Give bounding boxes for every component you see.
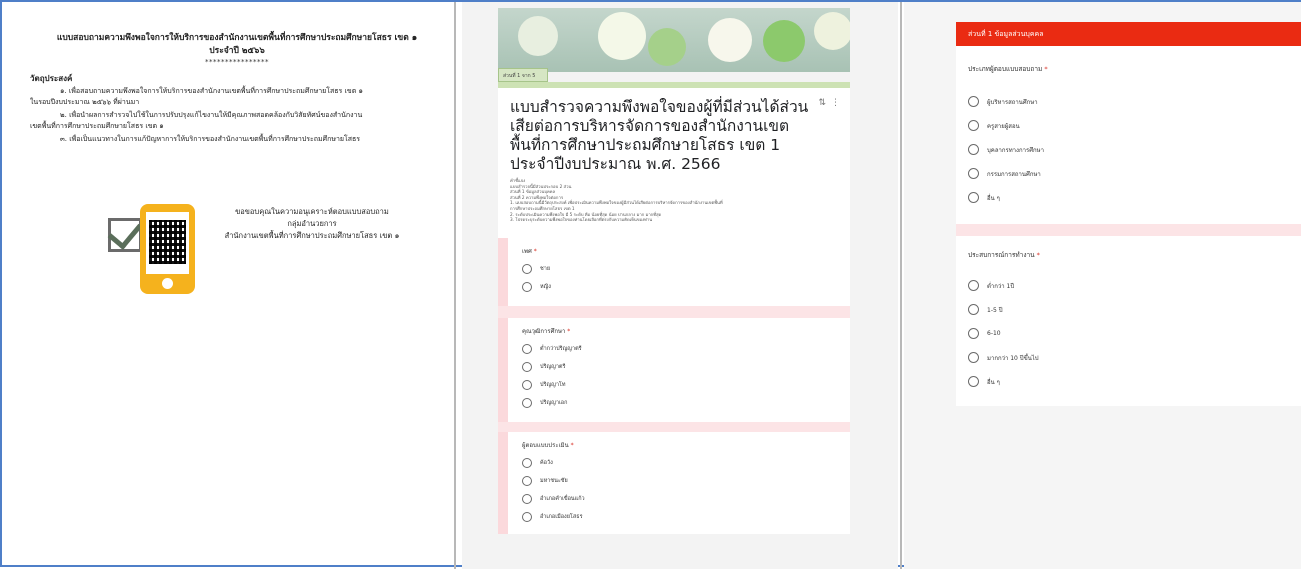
panel-divider bbox=[900, 2, 902, 569]
qr-code[interactable] bbox=[149, 220, 186, 264]
question-label: คุณวุฒิการศึกษา * bbox=[522, 328, 571, 335]
radio-option-male[interactable]: ชาย bbox=[522, 264, 550, 274]
question-respondent: ผู้ตอบแบบประเมิน * ค้อวัง มหาชนะชัย อำเภ… bbox=[498, 432, 850, 534]
radio-option[interactable]: บุคลากรทางการศึกษา bbox=[968, 144, 1044, 155]
radio-option[interactable]: ค้อวัง bbox=[522, 458, 553, 468]
panel-divider bbox=[454, 2, 456, 569]
radio-option[interactable]: มหาชนะชัย bbox=[522, 476, 568, 486]
letter-separator: **************** bbox=[205, 58, 269, 66]
survey-letter-page: แบบสอบถามความพึงพอใจการให้บริการของสำนัก… bbox=[12, 10, 452, 565]
radio-button[interactable] bbox=[522, 398, 532, 408]
thanks-line3: สำนักงานเขตพื้นที่การศึกษาประถมศึกษายโสธ… bbox=[224, 231, 400, 240]
letter-title-line1: แบบสอบถามความพึงพอใจการให้บริการของสำนัก… bbox=[56, 33, 418, 43]
form-header-image bbox=[498, 8, 850, 72]
question-label: เพศ * bbox=[522, 248, 537, 255]
collapse-icon[interactable]: ⇅ bbox=[818, 98, 826, 108]
radio-button[interactable] bbox=[968, 352, 979, 363]
objective-2: ๒. เพื่อนำผลการสำรวจไปใช้ในการปรับปรุงแก… bbox=[60, 111, 363, 119]
radio-option[interactable]: อำเภอคำเขื่อนแก้ว bbox=[522, 494, 585, 504]
radio-button[interactable] bbox=[968, 328, 979, 339]
radio-button[interactable] bbox=[522, 380, 532, 390]
radio-button[interactable] bbox=[968, 192, 979, 203]
checkbox-icon bbox=[107, 214, 143, 252]
question-gap bbox=[956, 224, 1301, 236]
radio-button[interactable] bbox=[968, 96, 979, 107]
radio-button[interactable] bbox=[522, 362, 532, 372]
radio-option[interactable]: ต่ำกว่า 1ปี bbox=[968, 280, 1014, 291]
question-education: คุณวุฒิการศึกษา * ต่ำกว่าปริญญาตรี ปริญญ… bbox=[498, 318, 850, 422]
question-gap bbox=[498, 306, 850, 318]
radio-button[interactable] bbox=[968, 280, 979, 291]
question-label: ประเภทผู้ตอบแบบสอบถาม * bbox=[968, 65, 1048, 73]
thanks-line2: กลุ่มอำนวยการ bbox=[287, 219, 337, 228]
radio-option[interactable]: ปริญญาตรี bbox=[522, 362, 565, 372]
objective-1: ๑. เพื่อสอบถามความพึงพอใจการให้บริการของ… bbox=[60, 87, 363, 95]
question-gender: เพศ * ชาย หญิง bbox=[498, 238, 850, 306]
section1-header: ส่วนที่ 1 ข้อมูลส่วนบุคคล bbox=[956, 22, 1301, 46]
radio-option[interactable]: 6-10 bbox=[968, 328, 1001, 339]
radio-option[interactable]: ปริญญาโท bbox=[522, 380, 566, 390]
radio-button[interactable] bbox=[968, 376, 979, 387]
radio-button[interactable] bbox=[968, 144, 979, 155]
section1-panel: ส่วนที่ 1 ข้อมูลส่วนบุคคล ประเภทผู้ตอบแบ… bbox=[904, 2, 1301, 569]
screenshot-frame: แบบสอบถามความพึงพอใจการให้บริการของสำนัก… bbox=[0, 0, 1301, 569]
radio-option[interactable]: อำเภอเมืองยโสธร bbox=[522, 512, 583, 522]
letter-title: แบบสอบถามความพึงพอใจการให้บริการของสำนัก… bbox=[42, 32, 432, 58]
radio-option[interactable]: มากกว่า 10 ปีขึ้นไป bbox=[968, 352, 1039, 363]
radio-option[interactable]: ต่ำกว่าปริญญาตรี bbox=[522, 344, 582, 354]
radio-button[interactable] bbox=[522, 494, 532, 504]
google-form-panel: ส่วนที่ 1 จาก 5 แบบสำรวจความพึงพอใจของผู… bbox=[462, 2, 898, 569]
radio-button[interactable] bbox=[522, 264, 532, 274]
radio-button[interactable] bbox=[968, 168, 979, 179]
radio-button[interactable] bbox=[522, 344, 532, 354]
radio-button[interactable] bbox=[522, 458, 532, 468]
form-title-card: แบบสำรวจความพึงพอใจของผู้ที่มีส่วนได้ส่ว… bbox=[498, 82, 850, 238]
letter-title-line2: ประจำปี ๒๕๖๖ bbox=[209, 46, 265, 56]
radio-option[interactable]: ปริญญาเอก bbox=[522, 398, 567, 408]
radio-button[interactable] bbox=[522, 512, 532, 522]
more-vert-icon[interactable]: ⋮ bbox=[831, 98, 840, 108]
radio-button[interactable] bbox=[968, 304, 979, 315]
section-tab: ส่วนที่ 1 จาก 5 bbox=[498, 68, 548, 82]
objective-3: ๓. เพื่อเป็นแนวทางในการแก้ปัญหาการให้บริ… bbox=[60, 135, 361, 143]
form-title: แบบสำรวจความพึงพอใจของผู้ที่มีส่วนได้ส่ว… bbox=[510, 98, 809, 173]
question-label: ผู้ตอบแบบประเมิน * bbox=[522, 442, 574, 449]
radio-option-female[interactable]: หญิง bbox=[522, 282, 551, 292]
question-experience: ประสบการณ์การทำงาน * ต่ำกว่า 1ปี 1-5 ปี … bbox=[956, 236, 1301, 406]
letter-thanks: ขอขอบคุณในความอนุเคราะห์ตอบแบบสอบถาม กลุ… bbox=[212, 206, 412, 242]
radio-option[interactable]: ครูสายผู้สอน bbox=[968, 120, 1020, 131]
objective-1-cont: ในรอบปีงบประมาณ ๒๕๖๖ ที่ผ่านมา bbox=[30, 98, 140, 106]
radio-option[interactable]: อื่น ๆ bbox=[968, 376, 1000, 387]
radio-button[interactable] bbox=[968, 120, 979, 131]
objective-heading: วัตถุประสงค์ bbox=[30, 74, 73, 83]
radio-option[interactable]: กรรมการสถานศึกษา bbox=[968, 168, 1041, 179]
radio-button[interactable] bbox=[522, 476, 532, 486]
smartphone-qr-icon bbox=[140, 204, 195, 294]
thanks-line1: ขอขอบคุณในความอนุเคราะห์ตอบแบบสอบถาม bbox=[235, 207, 389, 216]
radio-option[interactable]: 1-5 ปี bbox=[968, 304, 1003, 315]
radio-button[interactable] bbox=[522, 282, 532, 292]
question-label: ประสบการณ์การทำงาน * bbox=[968, 251, 1040, 259]
question-respondent-type: ประเภทผู้ตอบแบบสอบถาม * ผู้บริหารสถานศึก… bbox=[956, 46, 1301, 224]
radio-option[interactable]: อื่น ๆ bbox=[968, 192, 1000, 203]
form-description: คำชี้แจง แบบสำรวจนี้มีส่วนประกอบ 2 ส่วน … bbox=[510, 178, 830, 223]
radio-option[interactable]: ผู้บริหารสถานศึกษา bbox=[968, 96, 1038, 107]
desc-line: 3. โปรดระบุระดับความพึงพอใจของท่านโดยเลื… bbox=[510, 217, 653, 223]
objective-2-cont: เขตพื้นที่การศึกษาประถมศึกษายโสธร เขต ๑ bbox=[30, 122, 164, 130]
